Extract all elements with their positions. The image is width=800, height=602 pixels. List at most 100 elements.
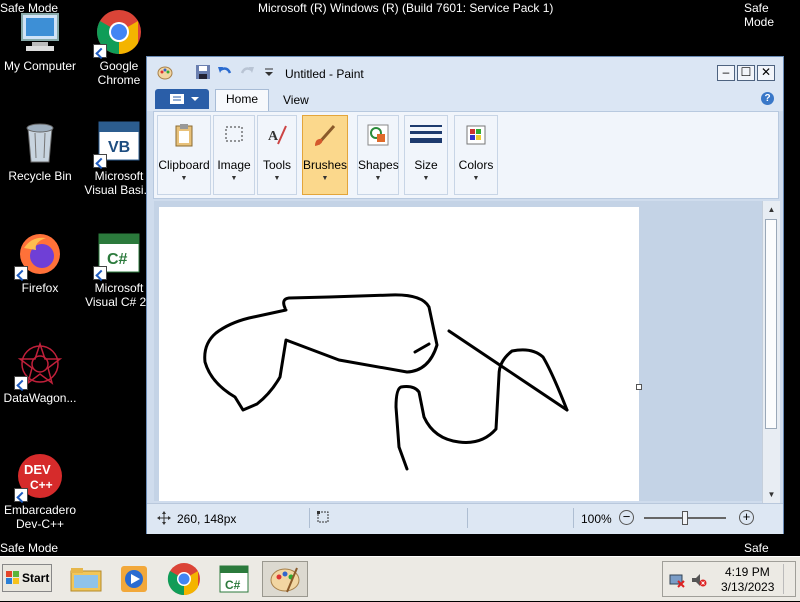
devcpp-icon: DEV C++ bbox=[14, 452, 64, 502]
shortcut-arrow-icon bbox=[93, 44, 107, 58]
save-icon[interactable] bbox=[195, 64, 211, 80]
visual-csharp-icon[interactable]: C# bbox=[216, 561, 252, 597]
tab-view[interactable]: View bbox=[273, 91, 319, 109]
svg-text:C#: C# bbox=[225, 578, 241, 592]
shortcut-arrow-icon bbox=[93, 266, 107, 280]
dropdown-arrow-icon: ▼ bbox=[374, 175, 382, 182]
firefox-icon bbox=[14, 230, 64, 280]
safe-mode-label-top-right: Safe Mode bbox=[744, 1, 775, 29]
dropdown-arrow-icon: ▼ bbox=[180, 175, 188, 182]
dropdown-arrow-icon: ▼ bbox=[230, 175, 238, 182]
ribbon-group-colors[interactable]: Colors ▼ bbox=[454, 115, 498, 195]
zoom-slider[interactable] bbox=[644, 511, 726, 525]
minimize-button[interactable]: – bbox=[717, 65, 735, 81]
ribbon-group-label: Clipboard bbox=[158, 158, 210, 172]
shortcut-arrow-icon bbox=[14, 266, 28, 280]
computer-icon bbox=[16, 8, 64, 56]
start-label: Start bbox=[22, 571, 50, 585]
scroll-thumb[interactable] bbox=[765, 219, 777, 429]
datawagon-icon bbox=[14, 340, 64, 390]
ribbon-group-size[interactable]: Size ▼ bbox=[404, 115, 448, 195]
help-icon[interactable]: ? bbox=[761, 92, 774, 105]
dropdown-arrow-icon: ▼ bbox=[472, 175, 480, 182]
paint-window: Untitled - Paint – ☐ ✕ Home View ? Clipb… bbox=[146, 56, 784, 534]
selection-size-icon bbox=[316, 510, 330, 524]
paint-icon[interactable] bbox=[262, 561, 308, 597]
zoom-level: 100% bbox=[581, 512, 612, 526]
svg-text:VB: VB bbox=[108, 139, 130, 156]
dropdown-arrow-icon: ▼ bbox=[321, 175, 329, 182]
ribbon-group-clipboard[interactable]: Clipboard ▼ bbox=[157, 115, 211, 195]
shapes-icon bbox=[365, 122, 391, 148]
svg-text:A: A bbox=[268, 129, 279, 144]
clock-date[interactable]: 3/13/2023 bbox=[721, 580, 774, 594]
redo-icon[interactable] bbox=[239, 64, 255, 80]
canvas-workspace bbox=[154, 201, 762, 501]
ribbon-group-label: Tools bbox=[262, 158, 291, 172]
vertical-scrollbar[interactable]: ▲ ▼ bbox=[762, 201, 780, 503]
zoom-slider-thumb[interactable] bbox=[682, 511, 688, 525]
paint-app-icon[interactable] bbox=[157, 64, 173, 80]
freehand-drawing bbox=[203, 293, 569, 471]
desktop-icon-label: DataWagon... bbox=[3, 391, 77, 405]
svg-text:DEV: DEV bbox=[24, 462, 51, 477]
clipboard-icon bbox=[171, 122, 197, 148]
dropdown-arrow-icon: ▼ bbox=[273, 175, 281, 182]
show-desktop-button[interactable] bbox=[783, 564, 794, 594]
desktop-icon-datawagon[interactable]: DataWagon... bbox=[0, 340, 82, 405]
paint-menu-button[interactable] bbox=[155, 89, 209, 109]
status-bar: 260, 148px 100% − + bbox=[147, 503, 783, 534]
cursor-position-icon bbox=[157, 511, 171, 525]
undo-icon[interactable] bbox=[217, 64, 233, 80]
file-explorer-icon[interactable] bbox=[68, 561, 104, 597]
customize-quick-access-icon[interactable] bbox=[261, 64, 277, 80]
ribbon-group-shapes[interactable]: Shapes ▼ bbox=[357, 115, 399, 195]
tab-home[interactable]: Home bbox=[215, 89, 270, 112]
dropdown-arrow-icon: ▼ bbox=[422, 175, 430, 182]
zoom-out-button[interactable]: − bbox=[619, 510, 634, 525]
menu-icon bbox=[170, 94, 199, 104]
ribbon-group-label: Size bbox=[414, 158, 438, 172]
scroll-up-arrow-icon[interactable]: ▲ bbox=[763, 201, 780, 218]
desktop-icon-firefox[interactable]: Firefox bbox=[0, 230, 82, 295]
visual-csharp-icon: C# bbox=[93, 230, 143, 280]
maximize-button[interactable]: ☐ bbox=[737, 65, 755, 81]
windows-logo-icon bbox=[6, 571, 19, 584]
shortcut-arrow-icon bbox=[14, 488, 28, 502]
zoom-in-button[interactable]: + bbox=[739, 510, 754, 525]
desktop-icon-my-computer[interactable]: My Computer bbox=[0, 8, 82, 73]
desktop-icon-label: Recycle Bin bbox=[8, 169, 72, 183]
taskbar: Start C# 4:19 PM 3/13/2023 bbox=[0, 556, 800, 601]
recycle-bin-icon bbox=[16, 118, 64, 166]
desktop-icon-devcpp[interactable]: DEV C++ Embarcadero Dev-C++ bbox=[0, 452, 82, 531]
ribbon-group-label: Brushes bbox=[303, 158, 348, 172]
chrome-icon bbox=[93, 8, 143, 58]
ribbon-group-image[interactable]: Image ▼ bbox=[213, 115, 255, 195]
visual-basic-icon: VB bbox=[93, 118, 143, 168]
title-bar[interactable]: Untitled - Paint – ☐ ✕ bbox=[147, 57, 783, 87]
volume-muted-icon[interactable] bbox=[691, 572, 707, 588]
network-warning-icon[interactable] bbox=[669, 572, 685, 588]
media-player-icon[interactable] bbox=[116, 561, 152, 597]
safe-mode-label-bottom-left: Safe Mode bbox=[0, 541, 59, 555]
shortcut-arrow-icon bbox=[14, 376, 28, 390]
canvas-resize-handle[interactable] bbox=[636, 384, 642, 390]
shortcut-arrow-icon bbox=[93, 154, 107, 168]
chrome-icon[interactable] bbox=[166, 561, 202, 597]
desktop-icon-label: My Computer bbox=[3, 59, 77, 73]
color-palette-icon bbox=[463, 122, 489, 148]
scroll-down-arrow-icon[interactable]: ▼ bbox=[763, 486, 780, 503]
system-tray: 4:19 PM 3/13/2023 bbox=[662, 561, 796, 597]
clock-time[interactable]: 4:19 PM bbox=[725, 565, 770, 579]
image-select-icon bbox=[221, 122, 247, 148]
desktop-icon-recycle-bin[interactable]: Recycle Bin bbox=[0, 118, 82, 183]
drawing-canvas[interactable] bbox=[159, 207, 642, 501]
ribbon-group-tools[interactable]: A Tools ▼ bbox=[257, 115, 297, 195]
close-button[interactable]: ✕ bbox=[757, 65, 775, 81]
start-button[interactable]: Start bbox=[2, 564, 52, 592]
ribbon-tabs: Home View ? bbox=[147, 87, 783, 112]
ribbon-group-brushes[interactable]: Brushes ▼ bbox=[302, 115, 348, 195]
line-size-icon bbox=[410, 122, 442, 148]
desktop-icon-label: Firefox bbox=[21, 281, 59, 295]
svg-text:C++: C++ bbox=[30, 478, 53, 492]
